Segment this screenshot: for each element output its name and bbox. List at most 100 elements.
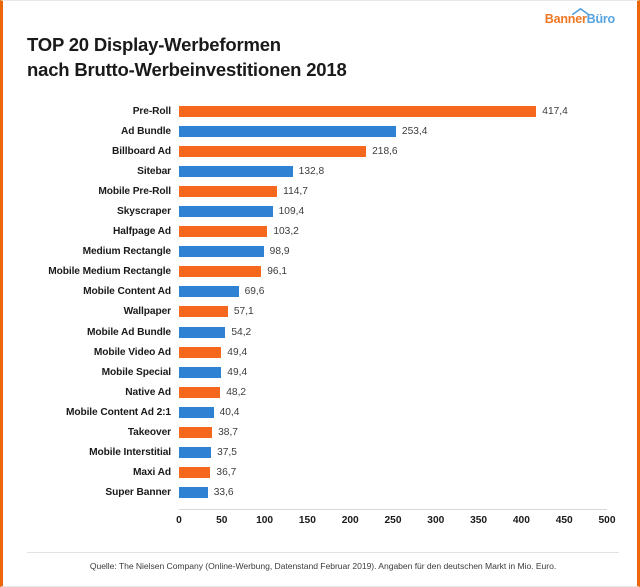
bar-and-value: 253,4 [179, 121, 427, 141]
bar-category-label: Mobile Medium Rectangle [48, 266, 171, 278]
bar [179, 286, 239, 298]
page-title-line-2: nach Brutto-Werbeinvestitionen 2018 [27, 58, 347, 80]
bar-and-value: 49,4 [179, 342, 247, 362]
bar [179, 185, 278, 197]
bar-and-value: 37,5 [179, 443, 237, 463]
bar-category-label: Halfpage Ad [113, 226, 171, 238]
bar [179, 427, 213, 439]
x-axis-tick-label: 250 [384, 515, 402, 526]
bar [179, 306, 228, 318]
bar [179, 165, 293, 177]
bar-value-label: 37,5 [217, 447, 237, 459]
bar-row: Mobile Pre-Roll 114,7 [3, 181, 637, 201]
bar-category-label: Skyscraper [117, 206, 171, 218]
bar [179, 366, 222, 378]
x-axis-tick-label: 400 [512, 515, 530, 526]
bar-value-label: 96,1 [267, 266, 288, 278]
bar [179, 125, 396, 137]
bar-and-value: 54,2 [179, 322, 251, 342]
bar [179, 346, 222, 358]
x-axis-tick-label: 350 [470, 515, 488, 526]
bar-category-label: Wallpaper [123, 306, 172, 318]
bar-and-value: 103,2 [179, 222, 299, 242]
bar-and-value: 33,6 [179, 483, 234, 503]
bar-value-label: 40,4 [219, 406, 240, 418]
bar-row: Billboard Ad 218,6 [3, 141, 637, 161]
bar [179, 386, 221, 398]
bar-category-label: Mobile Interstitial [89, 447, 171, 459]
bar-category-label: Pre-Roll [132, 105, 171, 117]
bar-and-value: 38,7 [179, 423, 238, 443]
bar-category-label: Maxi Ad [133, 467, 171, 479]
page-title: TOP 20 Display-Werbeformen nach Brutto-W… [27, 33, 347, 83]
bar-value-label: 49,4 [227, 366, 248, 378]
bar-rows: Pre-Roll 417,4 Ad Bundle 253,4 Billboard Ad 2… [3, 101, 637, 503]
infographic-canvas: BannerBüro TOP 20 Display-Werbeformen na… [0, 0, 640, 587]
bar-value-label: 132,8 [298, 165, 325, 177]
bar-value-label: 109,4 [278, 206, 305, 218]
logo-text-buero: Büro [586, 12, 616, 26]
bar-value-label: 57,1 [233, 306, 254, 318]
bar [179, 447, 212, 459]
bar [179, 326, 226, 338]
bar-row: Mobile Medium Rectangle 96,1 [3, 262, 637, 282]
bar-and-value: 49,4 [179, 362, 247, 382]
source-note: Quelle: The Nielsen Company (Online-Werb… [89, 561, 557, 571]
bar-chart: Pre-Roll 417,4 Ad Bundle 253,4 Billboard Ad 2… [3, 101, 637, 526]
bar-category-label: Mobile Video Ad [93, 346, 171, 358]
bar-category-label: Ad Bundle [120, 125, 171, 137]
bar-and-value: 132,8 [179, 161, 324, 181]
bar-row: Mobile Content Ad 2:1 40,4 [3, 402, 637, 422]
roof-chevron-icon [571, 8, 589, 15]
bar-row: Native Ad 48,2 [3, 382, 637, 402]
bar-category-label: Native Ad [125, 386, 171, 398]
bar [179, 206, 273, 218]
bar-value-label: 49,4 [227, 346, 248, 358]
bar-row: Skyscraper 109,4 [3, 201, 637, 221]
bar-category-label: Billboard Ad [112, 145, 171, 157]
bar-and-value: 36,7 [179, 463, 236, 483]
bar-value-label: 417,4 [542, 105, 568, 117]
bar-value-label: 253,4 [401, 125, 428, 137]
bar-row: Ad Bundle 253,4 [3, 121, 637, 141]
bar-and-value: 218,6 [179, 141, 398, 161]
bar-category-label: Mobile Ad Bundle [86, 326, 171, 338]
bar-category-label: Mobile Special [101, 366, 171, 378]
x-axis-tick-label: 0 [176, 515, 182, 526]
bar-value-label: 103,2 [273, 226, 299, 238]
bar-row: Mobile Video Ad 49,4 [3, 342, 637, 362]
bar-and-value: 109,4 [179, 201, 304, 221]
bar-row: Pre-Roll 417,4 [3, 101, 637, 121]
bar [179, 467, 211, 479]
page-title-line-1: TOP 20 Display-Werbeformen [27, 34, 281, 55]
bar-category-label: Medium Rectangle [82, 246, 172, 258]
bar-row: Mobile Ad Bundle 54,2 [3, 322, 637, 342]
bar-row: Medium Rectangle 98,9 [3, 242, 637, 262]
bar-and-value: 57,1 [179, 302, 254, 322]
bar [179, 226, 268, 238]
bar-value-label: 33,6 [213, 487, 234, 499]
x-axis-tick-label: 50 [216, 515, 228, 526]
bar-and-value: 40,4 [179, 402, 239, 422]
x-axis-line [179, 509, 607, 510]
bar-category-label: Mobile Content Ad 2:1 [65, 406, 171, 418]
x-axis-tick-label: 450 [555, 515, 573, 526]
bar-and-value: 48,2 [179, 382, 246, 402]
bar-row: Halfpage Ad 103,2 [3, 222, 637, 242]
bar [179, 266, 262, 278]
bar-row: Mobile Content Ad 69,6 [3, 282, 637, 302]
bar-category-label: Super Banner [105, 487, 171, 499]
bar-category-label: Takeover [127, 427, 171, 439]
bar-row: Wallpaper 57,1 [3, 302, 637, 322]
bar [179, 406, 214, 418]
bar-row: Mobile Special 49,4 [3, 362, 637, 382]
bar-category-label: Sitebar [137, 165, 171, 177]
bar-category-label: Mobile Content Ad [83, 286, 171, 298]
x-axis-tick-label: 300 [427, 515, 445, 526]
bar-value-label: 54,2 [231, 326, 252, 338]
bar [179, 105, 537, 117]
bar-value-label: 218,6 [372, 145, 398, 157]
bar-and-value: 114,7 [179, 181, 308, 201]
bar-value-label: 114,7 [283, 185, 308, 197]
footer-divider [27, 552, 619, 553]
